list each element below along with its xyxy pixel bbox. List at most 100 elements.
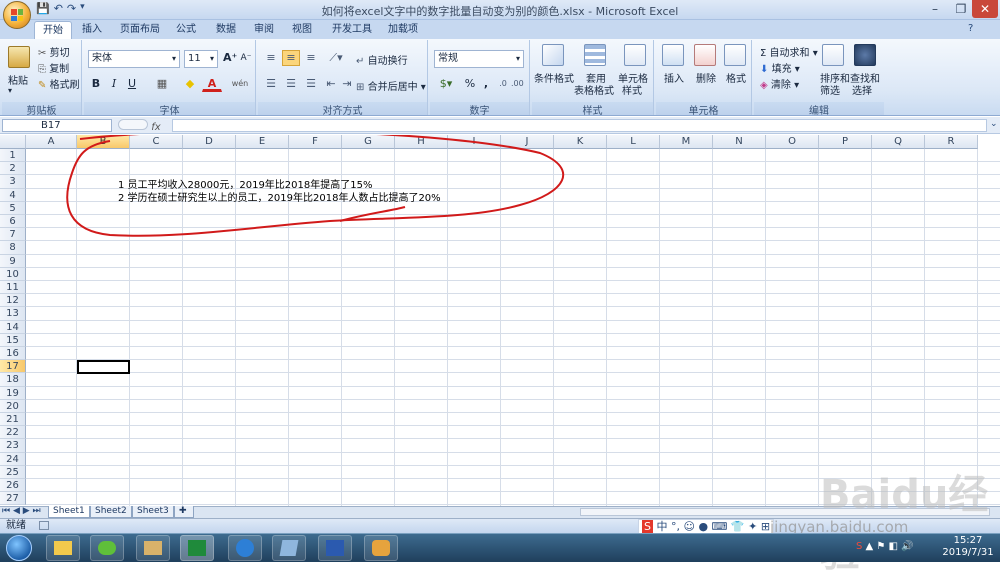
taskbar-app-sogou[interactable] — [228, 535, 262, 561]
percent-button[interactable]: % — [462, 76, 478, 92]
paste-dropdown-icon[interactable]: ▾ — [8, 86, 12, 95]
fx-button[interactable]: fx — [118, 119, 168, 133]
format-cells-icon[interactable] — [724, 44, 746, 66]
tab-data[interactable]: 数据 — [208, 21, 244, 39]
eraser-icon: ◈ — [760, 80, 768, 91]
increase-decimal-icon[interactable]: .0 — [496, 76, 510, 92]
tab-view[interactable]: 视图 — [284, 21, 320, 39]
cell-style-icon[interactable] — [624, 44, 646, 66]
cut-button[interactable]: ✂ 剪切 — [38, 44, 70, 59]
clear-button[interactable]: ◈ 清除 ▾ — [760, 76, 799, 91]
sheet-tab-sheet3[interactable]: Sheet3 — [132, 506, 174, 518]
brush-icon: ✎ — [38, 80, 47, 91]
font-color-button[interactable]: A — [202, 76, 222, 92]
maximize-button[interactable]: ❐ — [948, 0, 974, 18]
window-title: 如何将excel文字中的数字批量自动变为别的颜色.xlsx - Microsof… — [321, 5, 679, 18]
bold-button[interactable]: B — [88, 76, 104, 92]
format-painter-button[interactable]: ✎ 格式刷 — [38, 76, 80, 91]
taskbar-app-folder[interactable] — [46, 535, 80, 561]
align-middle-icon[interactable]: ≡ — [282, 50, 300, 66]
orientation-icon[interactable]: ⟋▾ — [324, 50, 348, 66]
name-box[interactable]: B17 — [2, 119, 112, 132]
phonetic-button[interactable]: wén — [228, 76, 252, 92]
find-select-button-2[interactable]: 选择 — [852, 82, 872, 97]
sheet-tab-sheet1[interactable]: Sheet1 — [48, 506, 90, 518]
copy-button[interactable]: ⎘ 复制 — [38, 60, 69, 75]
clipboard-group-label: 剪贴板 — [2, 102, 81, 117]
italic-button[interactable]: I — [106, 76, 122, 92]
taskbar-app-paint[interactable] — [364, 535, 398, 561]
close-button[interactable]: ✕ — [972, 0, 998, 18]
number-format-select[interactable]: 常规 ▾ — [434, 50, 524, 68]
insert-cells-icon[interactable] — [662, 44, 684, 66]
merge-center-button[interactable]: ⊞ 合并后居中 ▾ — [356, 78, 426, 93]
macro-record-icon[interactable] — [39, 520, 50, 530]
grow-font-button[interactable]: A⁺ — [222, 50, 238, 66]
align-top-icon[interactable]: ≡ — [262, 50, 280, 66]
delete-cells-button[interactable]: 删除 — [696, 70, 716, 85]
scissors-icon: ✂ — [38, 48, 47, 59]
delete-cells-icon[interactable] — [694, 44, 716, 66]
sheet-nav-buttons[interactable]: ⏮ ◀ ▶ ⏭ — [2, 506, 41, 517]
border-button[interactable]: ▦ — [150, 76, 174, 92]
currency-icon[interactable]: $▾ — [434, 76, 458, 92]
tab-review[interactable]: 审阅 — [246, 21, 282, 39]
editing-group: Σ 自动求和 ▾ ⬇ 填充 ▾ ◈ 清除 ▾ 排序和 筛选 查找和 选择 编辑 — [754, 40, 884, 117]
decrease-indent-icon[interactable]: ⇤ — [324, 76, 338, 92]
styles-group: 条件格式 套用 表格格式 单元格 样式 样式 — [532, 40, 654, 117]
align-center-icon[interactable]: ☰ — [282, 76, 300, 92]
tab-addins[interactable]: 加载项 — [380, 21, 426, 39]
underline-button[interactable]: U — [124, 76, 140, 92]
insert-sheet-icon[interactable]: ✚ — [174, 506, 194, 518]
insert-cells-button[interactable]: 插入 — [664, 70, 684, 85]
align-left-icon[interactable]: ☰ — [262, 76, 280, 92]
fill-color-button[interactable]: ◆ — [180, 76, 200, 92]
paste-button[interactable]: 粘贴 — [8, 72, 28, 87]
table-format-icon[interactable] — [584, 44, 606, 66]
tab-formulas[interactable]: 公式 — [168, 21, 204, 39]
wrap-text-button[interactable]: ↵ 自动换行 — [356, 52, 408, 67]
sheet-tab-sheet2[interactable]: Sheet2 — [90, 506, 132, 518]
binoculars-icon[interactable] — [854, 44, 876, 66]
expand-formula-bar-icon[interactable]: ⌄ — [990, 119, 998, 129]
paste-icon[interactable] — [8, 46, 30, 68]
comma-button[interactable]: , — [480, 76, 492, 92]
conditional-format-button[interactable]: 条件格式 — [534, 70, 574, 85]
formula-input[interactable] — [172, 119, 987, 132]
autosum-button[interactable]: Σ 自动求和 ▾ — [760, 44, 818, 59]
format-cells-button[interactable]: 格式 — [726, 70, 746, 85]
office-button[interactable] — [3, 1, 31, 29]
alignment-group: ≡ ≡ ≡ ⟋▾ ↵ 自动换行 ☰ ☰ ☰ ⇤ ⇥ ⊞ 合并后居中 ▾ 对齐方式 — [258, 40, 428, 117]
tab-home[interactable]: 开始 — [34, 21, 72, 39]
tab-developer[interactable]: 开发工具 — [324, 21, 380, 39]
conditional-format-icon[interactable] — [542, 44, 564, 66]
align-right-icon[interactable]: ☰ — [302, 76, 320, 92]
tab-page-layout[interactable]: 页面布局 — [112, 21, 168, 39]
font-size-select[interactable]: 11 ▾ — [184, 50, 218, 68]
minimize-button[interactable]: – — [922, 0, 948, 18]
taskbar-app-wechat[interactable] — [90, 535, 124, 561]
align-bottom-icon[interactable]: ≡ — [302, 50, 320, 66]
table-format-button-2[interactable]: 表格格式 — [574, 82, 614, 97]
cell-style-button-2[interactable]: 样式 — [622, 82, 642, 97]
tab-insert[interactable]: 插入 — [74, 21, 110, 39]
ime-toolbar[interactable]: S 中 °, ☺ ● ⌨ 👕 ✦ ⊞ — [638, 519, 775, 534]
shrink-font-button[interactable]: A⁻ — [238, 50, 254, 66]
tray-icons[interactable]: S ▲ ⚑ ◧ 🔊 — [856, 541, 914, 552]
taskbar-app-word[interactable] — [318, 535, 352, 561]
taskbar-app-excel[interactable] — [180, 535, 214, 561]
cells-group-label: 单元格 — [656, 102, 751, 117]
taskbar-app-tablet[interactable] — [272, 535, 306, 561]
increase-indent-icon[interactable]: ⇥ — [340, 76, 354, 92]
taskbar-app-explorer[interactable] — [136, 535, 170, 561]
decrease-decimal-icon[interactable]: .00 — [510, 76, 524, 92]
fill-button[interactable]: ⬇ 填充 ▾ — [760, 60, 800, 75]
worksheet-grid[interactable]: ABCDEFGHIJKLMNOPQR 1 2 3 4 5 6 7 8 9 10 11 12 13 14 15… — [0, 135, 1000, 506]
sort-filter-button-2[interactable]: 筛选 — [820, 82, 840, 97]
font-name-select[interactable]: 宋体 ▾ — [88, 50, 180, 68]
start-button[interactable] — [6, 535, 32, 561]
help-icon[interactable]: ? — [968, 23, 973, 34]
system-clock[interactable]: 15:27 2019/7/31 — [938, 535, 998, 561]
folder-icon — [54, 541, 72, 555]
sort-filter-icon[interactable] — [822, 44, 844, 66]
